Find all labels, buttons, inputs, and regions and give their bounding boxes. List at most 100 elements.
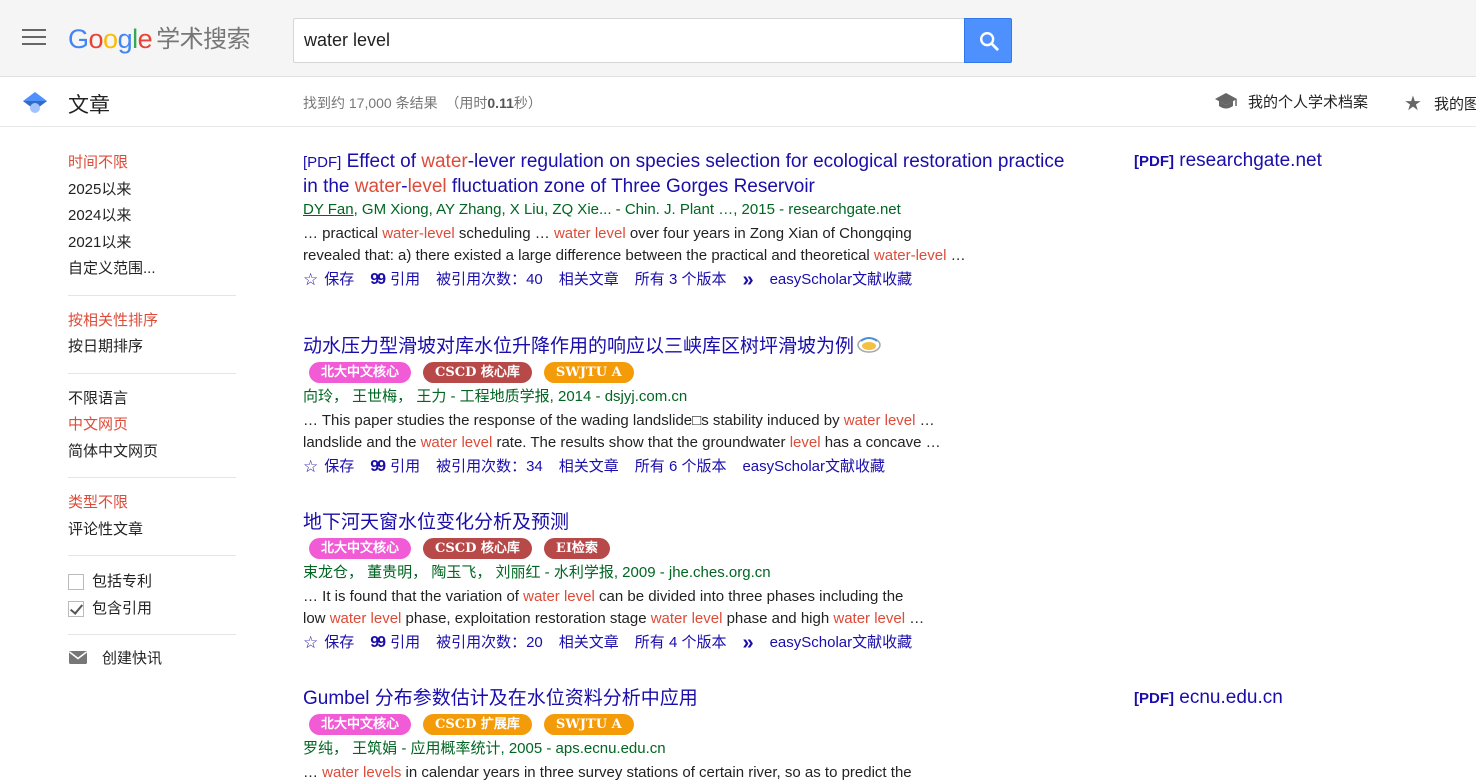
result-title-link[interactable]: Gumbel 分布参数估计及在水位资料分析中应用: [303, 687, 1083, 711]
quote-icon: 99: [370, 271, 386, 288]
journal-badges: 北大中文核心 CSCD 扩展库 SWJTU A: [309, 714, 1083, 735]
language-group: 不限语言 中文网页 简体中文网页: [68, 386, 236, 478]
result-count: 找到约 17,000 条结果 （用时0.11秒）: [303, 95, 542, 111]
journal-badge: 北大中文核心: [309, 714, 412, 735]
snippet-text: …: [905, 610, 925, 627]
search-result: 地下河天窗水位变化分析及预测北大中文核心 CSCD 核心库 EI检索 束龙仓， 董贵明…: [303, 511, 1083, 654]
checkbox-icon[interactable]: [68, 573, 84, 590]
snippet-text: has a concave …: [820, 434, 941, 451]
type-any[interactable]: 类型不限: [68, 490, 236, 517]
pdf-link[interactable]: [PDF] researchgate.net: [1134, 150, 1322, 172]
snippet-text: can be divided into three phases includi…: [594, 588, 904, 605]
snippet-text: low: [303, 610, 330, 627]
result-actions: ☆ 保存 99 引用 被引用次数：40 相关文章 所有 3 个版本 » easyScholar文…: [303, 269, 1083, 291]
title-highlight: water: [354, 176, 402, 197]
sort-group: 按相关性排序 按日期排序: [68, 308, 236, 374]
top-header: Google 学术搜索: [0, 0, 1476, 77]
author-link[interactable]: DY Fan: [303, 201, 354, 218]
snippet-highlight: water level: [523, 588, 595, 605]
sort-by-date[interactable]: 按日期排序: [68, 334, 236, 361]
save-button[interactable]: ☆ 保存: [303, 456, 354, 478]
journal-badge: CSCD 扩展库: [423, 714, 532, 735]
snippet-highlight: water level: [420, 434, 493, 451]
cited-by-link[interactable]: 被引用次数：34: [436, 456, 543, 478]
snippet-text: …: [946, 247, 966, 264]
related-articles-link[interactable]: 相关文章: [559, 456, 619, 478]
snippet-text: over four years in Zong Xian of Chongqin…: [625, 225, 912, 242]
create-alert-link[interactable]: 创建快讯: [68, 647, 236, 668]
quote-icon: 99: [370, 634, 386, 651]
result-title-link[interactable]: 动水压力型滑坡对库水位升降作用的响应以三峡库区树坪滑坡为例: [303, 335, 1083, 359]
pdf-tag: [PDF]: [1134, 690, 1174, 707]
include-patents-checkbox[interactable]: 包括专利: [68, 568, 236, 595]
search-result: 动水压力型滑坡对库水位升降作用的响应以三峡库区树坪滑坡为例 北大中文核心 CSCD …: [303, 335, 1083, 478]
cited-by-link[interactable]: 被引用次数：20: [436, 632, 543, 654]
filter-since-2025[interactable]: 2025以来: [68, 177, 236, 204]
easyscholar-link[interactable]: easyScholar文献收藏: [770, 632, 913, 654]
filter-since-2021[interactable]: 2021以来: [68, 230, 236, 257]
search-input[interactable]: [293, 18, 965, 63]
result-title-link[interactable]: 地下河天窗水位变化分析及预测: [303, 511, 1083, 535]
pdf-link[interactable]: [PDF] ecnu.edu.cn: [1134, 687, 1283, 709]
search-result: [PDF] Effect of water-lever regulation o…: [303, 150, 1083, 291]
result-title-link[interactable]: [PDF] Effect of water-lever regulation o…: [303, 150, 1083, 199]
all-versions-link[interactable]: 所有 3 个版本: [635, 269, 727, 291]
star-outline-icon: ☆: [303, 633, 319, 652]
title-text: 地下河天窗水位变化分析及预测: [303, 512, 570, 533]
all-versions-link[interactable]: 所有 4 个版本: [635, 632, 727, 654]
hamburger-menu-icon[interactable]: [22, 29, 46, 47]
sub-header: 文章 找到约 17,000 条结果 （用时0.11秒） 我的个人学术档案 ★ 我…: [0, 77, 1476, 127]
star-outline-icon: ☆: [303, 457, 319, 476]
scholar-cap-icon: [23, 92, 47, 113]
authors-source-text: 向玲， 王世梅， 王力 - 工程地质学报, 2014 - dsjyj.com.c…: [303, 388, 688, 405]
snippet-text: … It is found that the variation of: [303, 588, 524, 605]
sort-by-relevance[interactable]: 按相关性排序: [68, 308, 236, 335]
google-scholar-logo[interactable]: Google 学术搜索: [68, 20, 251, 55]
snippet-highlight: level: [789, 434, 821, 451]
snippet-highlight: water level: [843, 412, 916, 429]
easyscholar-link[interactable]: easyScholar文献收藏: [742, 456, 885, 478]
time-filter-group: 时间不限 2025以来 2024以来 2021以来 自定义范围...: [68, 150, 236, 296]
related-articles-link[interactable]: 相关文章: [559, 269, 619, 291]
search-button[interactable]: [964, 18, 1012, 63]
pdf-tag: [PDF]: [1134, 153, 1174, 170]
related-articles-link[interactable]: 相关文章: [559, 632, 619, 654]
more-chevron-icon[interactable]: »: [742, 269, 753, 291]
title-highlight: water: [421, 151, 468, 172]
result-authors: 束龙仓， 董贵明， 陶玉飞， 刘丽红 - 水利学报, 2009 - jhe.ch…: [303, 562, 1083, 584]
cite-button[interactable]: 99 引用: [370, 456, 420, 478]
snippet-highlight: water level: [329, 610, 402, 627]
cite-button[interactable]: 99 引用: [370, 632, 420, 654]
my-profile-link[interactable]: 我的个人学术档案: [1214, 91, 1368, 112]
filter-any-time[interactable]: 时间不限: [68, 150, 236, 177]
save-button[interactable]: ☆ 保存: [303, 269, 354, 291]
lang-simplified-chinese[interactable]: 简体中文网页: [68, 439, 236, 466]
my-library-link[interactable]: ★ 我的图: [1404, 91, 1476, 116]
title-text: 动水压力型滑坡对库水位升降作用的响应以三峡库区树坪滑坡为例: [303, 336, 855, 357]
type-group: 类型不限 评论性文章: [68, 490, 236, 556]
snippet-text: …: [915, 412, 935, 429]
star-icon: ★: [1404, 93, 1422, 115]
filter-since-2024[interactable]: 2024以来: [68, 203, 236, 230]
cited-by-link[interactable]: 被引用次数：40: [436, 269, 543, 291]
pdf-site: ecnu.edu.cn: [1174, 687, 1283, 708]
snippet-highlight: water-level: [873, 247, 947, 264]
save-button[interactable]: ☆ 保存: [303, 632, 354, 654]
snippet-text: … practical: [303, 225, 383, 242]
journal-badges: 北大中文核心 CSCD 核心库 EI检索: [309, 538, 1083, 559]
more-chevron-icon[interactable]: »: [742, 632, 753, 654]
filter-custom-range[interactable]: 自定义范围...: [68, 256, 236, 283]
lang-any[interactable]: 不限语言: [68, 386, 236, 413]
type-review-articles[interactable]: 评论性文章: [68, 517, 236, 544]
easyscholar-link[interactable]: easyScholar文献收藏: [770, 269, 913, 291]
all-versions-link[interactable]: 所有 6 个版本: [635, 456, 727, 478]
include-citations-checkbox[interactable]: 包含引用: [68, 595, 236, 622]
snippet-highlight: water level: [553, 225, 626, 242]
cite-button[interactable]: 99 引用: [370, 269, 420, 291]
checkbox-checked-icon[interactable]: [68, 600, 84, 617]
pdf-tag: [PDF]: [303, 154, 342, 171]
snippet-text: … This paper studies the response of the…: [303, 412, 844, 429]
lang-chinese-pages[interactable]: 中文网页: [68, 412, 236, 439]
snippet-text: in calendar years in three survey statio…: [401, 764, 912, 781]
share-icon[interactable]: [856, 335, 882, 355]
